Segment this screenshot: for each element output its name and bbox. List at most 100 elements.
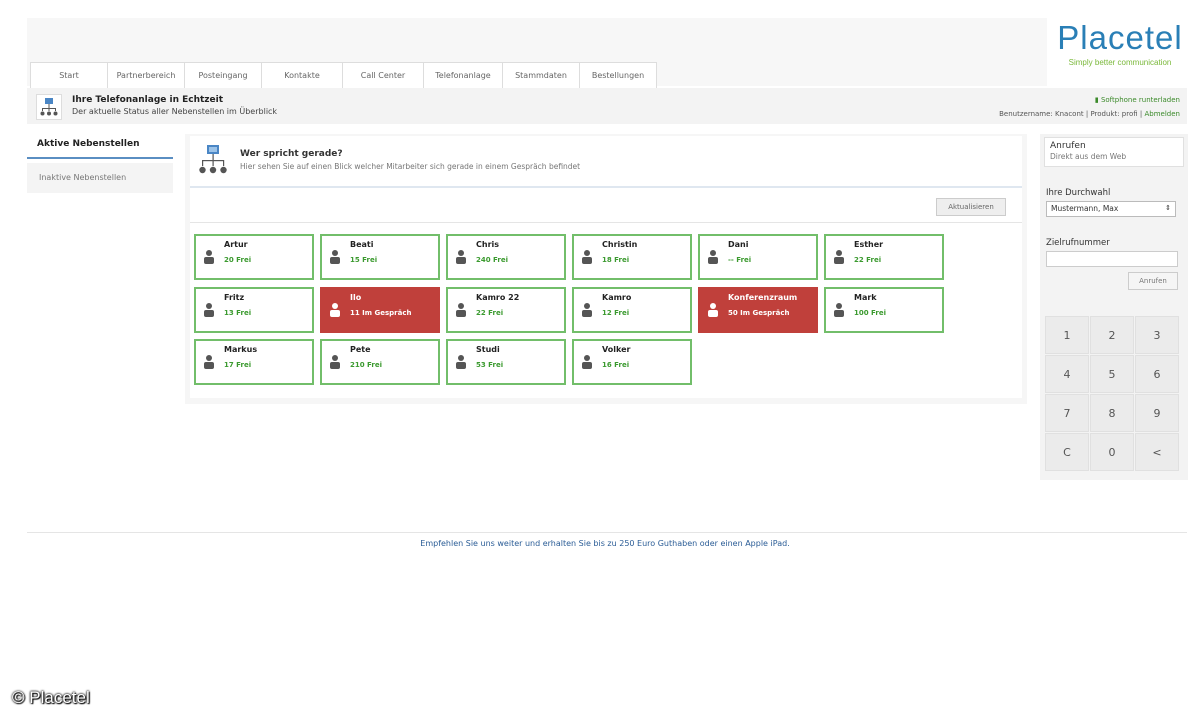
- extension-tile[interactable]: Beati 15 Frei: [320, 234, 440, 280]
- sidebar-item-active-extensions[interactable]: Aktive Nebenstellen: [27, 133, 173, 159]
- panel-subtitle: Hier sehen Sie auf einen Blick welcher M…: [240, 162, 581, 171]
- extension-select[interactable]: Mustermann, Max ⇕: [1046, 201, 1176, 217]
- person-icon: [834, 250, 844, 264]
- person-icon: [582, 303, 592, 317]
- main-nav-tabs: Start Partnerbereich Posteingang Kontakt…: [30, 62, 657, 88]
- call-subtitle: Direkt aus dem Web: [1050, 152, 1127, 161]
- person-icon: [582, 355, 592, 369]
- extension-tile[interactable]: Chris 240 Frei: [446, 234, 566, 280]
- tab-bestellungen[interactable]: Bestellungen: [579, 62, 657, 88]
- extension-name: Esther: [854, 240, 884, 249]
- user-info-text: Benutzername: Knacont | Produkt: profi |: [999, 110, 1143, 118]
- keypad-key-7[interactable]: 7: [1045, 394, 1089, 432]
- extension-name: Markus: [224, 345, 258, 354]
- tab-kontakte[interactable]: Kontakte: [261, 62, 343, 88]
- refresh-button[interactable]: Aktualisieren: [936, 198, 1006, 216]
- call-title: Anrufen: [1050, 141, 1086, 151]
- extension-tile[interactable]: Konferenzraum 50 Im Gespräch: [698, 287, 818, 333]
- call-header: Anrufen Direkt aus dem Web: [1044, 137, 1184, 167]
- person-icon: [456, 250, 466, 264]
- tab-posteingang[interactable]: Posteingang: [184, 62, 262, 88]
- extension-status: 18 Frei: [602, 256, 630, 264]
- extension-status: 15 Frei: [350, 256, 378, 264]
- keypad-key-6[interactable]: 6: [1135, 355, 1179, 393]
- extension-tile[interactable]: Esther 22 Frei: [824, 234, 944, 280]
- person-icon: [456, 303, 466, 317]
- extension-tile[interactable]: Studi 53 Frei: [446, 339, 566, 385]
- person-icon: [330, 250, 340, 264]
- keypad-key-2[interactable]: 2: [1090, 316, 1134, 354]
- tab-call-center[interactable]: Call Center: [342, 62, 424, 88]
- sidebar-item-inactive-extensions[interactable]: Inaktive Nebenstellen: [27, 163, 173, 193]
- extension-tile[interactable]: Volker 16 Frei: [572, 339, 692, 385]
- logout-link[interactable]: Abmelden: [1145, 110, 1181, 118]
- page-subtitle: Der aktuelle Status aller Nebenstellen i…: [72, 107, 278, 116]
- extension-name: Kamro: [602, 293, 632, 302]
- person-icon: [708, 303, 718, 317]
- extension-tile[interactable]: Pete 210 Frei: [320, 339, 440, 385]
- extension-status: 20 Frei: [224, 256, 252, 264]
- person-icon: [330, 355, 340, 369]
- network-icon: [196, 143, 230, 177]
- tab-start[interactable]: Start: [30, 62, 108, 88]
- extension-name: Pete: [350, 345, 371, 354]
- extension-status: 100 Frei: [854, 309, 886, 317]
- extension-name: Kamro 22: [476, 293, 520, 302]
- softphone-download-link[interactable]: ▮ Softphone runterladen: [1095, 96, 1180, 104]
- keypad-key-1[interactable]: 1: [1045, 316, 1089, 354]
- divider: [190, 222, 1022, 223]
- person-icon: [204, 303, 214, 317]
- person-icon: [330, 303, 340, 317]
- extension-status: 210 Frei: [350, 361, 382, 369]
- call-button[interactable]: Anrufen: [1128, 272, 1178, 290]
- extension-tile[interactable]: Christin 18 Frei: [572, 234, 692, 280]
- keypad-key-0[interactable]: 0: [1090, 433, 1134, 471]
- extension-name: Beati: [350, 240, 374, 249]
- extension-tile[interactable]: Ilo 11 Im Gespräch: [320, 287, 440, 333]
- tab-telefonanlage[interactable]: Telefonanlage: [423, 62, 503, 88]
- extension-tile[interactable]: Dani -- Frei: [698, 234, 818, 280]
- extension-name: Volker: [602, 345, 631, 354]
- target-number-input[interactable]: [1046, 251, 1178, 267]
- page-header: [27, 88, 1187, 124]
- extension-name: Christin: [602, 240, 638, 249]
- extension-name: Fritz: [224, 293, 245, 302]
- extension-tile[interactable]: Kamro 22 22 Frei: [446, 287, 566, 333]
- extension-status: -- Frei: [728, 256, 752, 264]
- keypad-key-3[interactable]: 3: [1135, 316, 1179, 354]
- extension-status: 50 Im Gespräch: [728, 309, 790, 317]
- phone-system-icon: [36, 94, 62, 120]
- person-icon: [834, 303, 844, 317]
- extension-select-value: Mustermann, Max: [1051, 204, 1119, 213]
- extension-status: 11 Im Gespräch: [350, 309, 412, 317]
- keypad-key-backspace[interactable]: <: [1135, 433, 1179, 471]
- tab-stammdaten[interactable]: Stammdaten: [502, 62, 580, 88]
- keypad-key-8[interactable]: 8: [1090, 394, 1134, 432]
- extension-name: Dani: [728, 240, 749, 249]
- person-icon: [708, 250, 718, 264]
- keypad-key-5[interactable]: 5: [1090, 355, 1134, 393]
- extension-name: Artur: [224, 240, 248, 249]
- copyright-watermark: © Placetel: [12, 688, 90, 707]
- page-title: Ihre Telefonanlage in Echtzeit: [72, 95, 224, 105]
- phone-icon: ▮: [1094, 96, 1099, 104]
- extension-tile[interactable]: Artur 20 Frei: [194, 234, 314, 280]
- extension-tile[interactable]: Fritz 13 Frei: [194, 287, 314, 333]
- extension-tile[interactable]: Kamro 12 Frei: [572, 287, 692, 333]
- extension-name: Studi: [476, 345, 500, 354]
- extension-status: 240 Frei: [476, 256, 508, 264]
- keypad-key-clear[interactable]: C: [1045, 433, 1089, 471]
- keypad-key-4[interactable]: 4: [1045, 355, 1089, 393]
- footer-referral-link[interactable]: Empfehlen Sie uns weiter und erhalten Si…: [0, 539, 1200, 548]
- brand-logo[interactable]: Placetel Simply better communication: [1050, 20, 1190, 68]
- extension-tile[interactable]: Mark 100 Frei: [824, 287, 944, 333]
- chevron-updown-icon: ⇕: [1165, 204, 1171, 212]
- person-icon: [456, 355, 466, 369]
- panel-title: Wer spricht gerade?: [240, 149, 343, 159]
- keypad-key-9[interactable]: 9: [1135, 394, 1179, 432]
- extension-name: Mark: [854, 293, 877, 302]
- person-icon: [582, 250, 592, 264]
- divider: [190, 186, 1022, 188]
- tab-partnerbereich[interactable]: Partnerbereich: [107, 62, 185, 88]
- extension-tile[interactable]: Markus 17 Frei: [194, 339, 314, 385]
